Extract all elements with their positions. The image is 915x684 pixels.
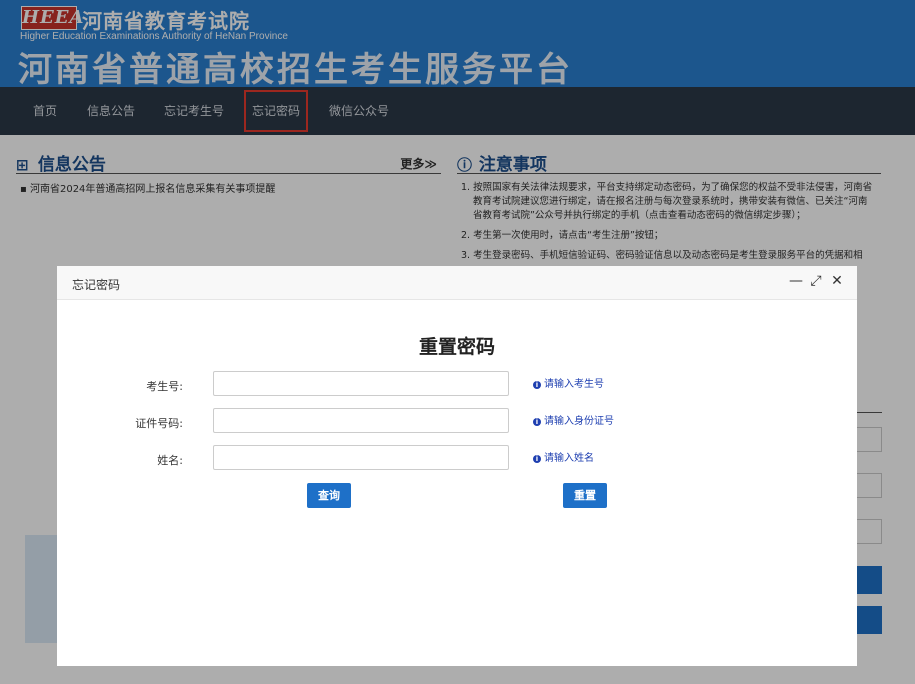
exam-number-label: 考生号: [146, 380, 183, 393]
reset-button[interactable]: 重置 [563, 483, 607, 508]
exam-number-input[interactable] [213, 371, 509, 396]
info-icon: i [533, 418, 541, 426]
info-icon: i [533, 381, 541, 389]
name-label: 姓名: [157, 454, 183, 467]
name-hint: i 请输入姓名 [533, 449, 594, 464]
query-button[interactable]: 查询 [307, 483, 351, 508]
name-hint-text: 请输入姓名 [544, 453, 594, 464]
id-number-hint-text: 请输入身份证号 [544, 416, 614, 427]
dialog-title-bar: 忘记密码 — ⤢ ✕ [57, 266, 857, 300]
id-number-label: 证件号码: [135, 417, 183, 430]
info-icon: i [533, 455, 541, 463]
close-icon[interactable]: ✕ [829, 273, 845, 289]
maximize-icon[interactable]: ⤢ [808, 273, 824, 289]
dialog-title: 忘记密码 [72, 278, 121, 292]
minimize-icon[interactable]: — [788, 273, 804, 289]
forgot-password-dialog: 忘记密码 — ⤢ ✕ 重置密码 考生号: i 请输入考生号 证件号码: i 请输入身… [57, 266, 857, 666]
id-number-hint: i 请输入身份证号 [533, 412, 614, 427]
id-number-input[interactable] [213, 408, 509, 433]
name-input[interactable] [213, 445, 509, 470]
exam-number-hint-text: 请输入考生号 [544, 379, 604, 390]
dialog-heading: 重置密码 [418, 336, 495, 358]
exam-number-hint: i 请输入考生号 [533, 375, 604, 390]
